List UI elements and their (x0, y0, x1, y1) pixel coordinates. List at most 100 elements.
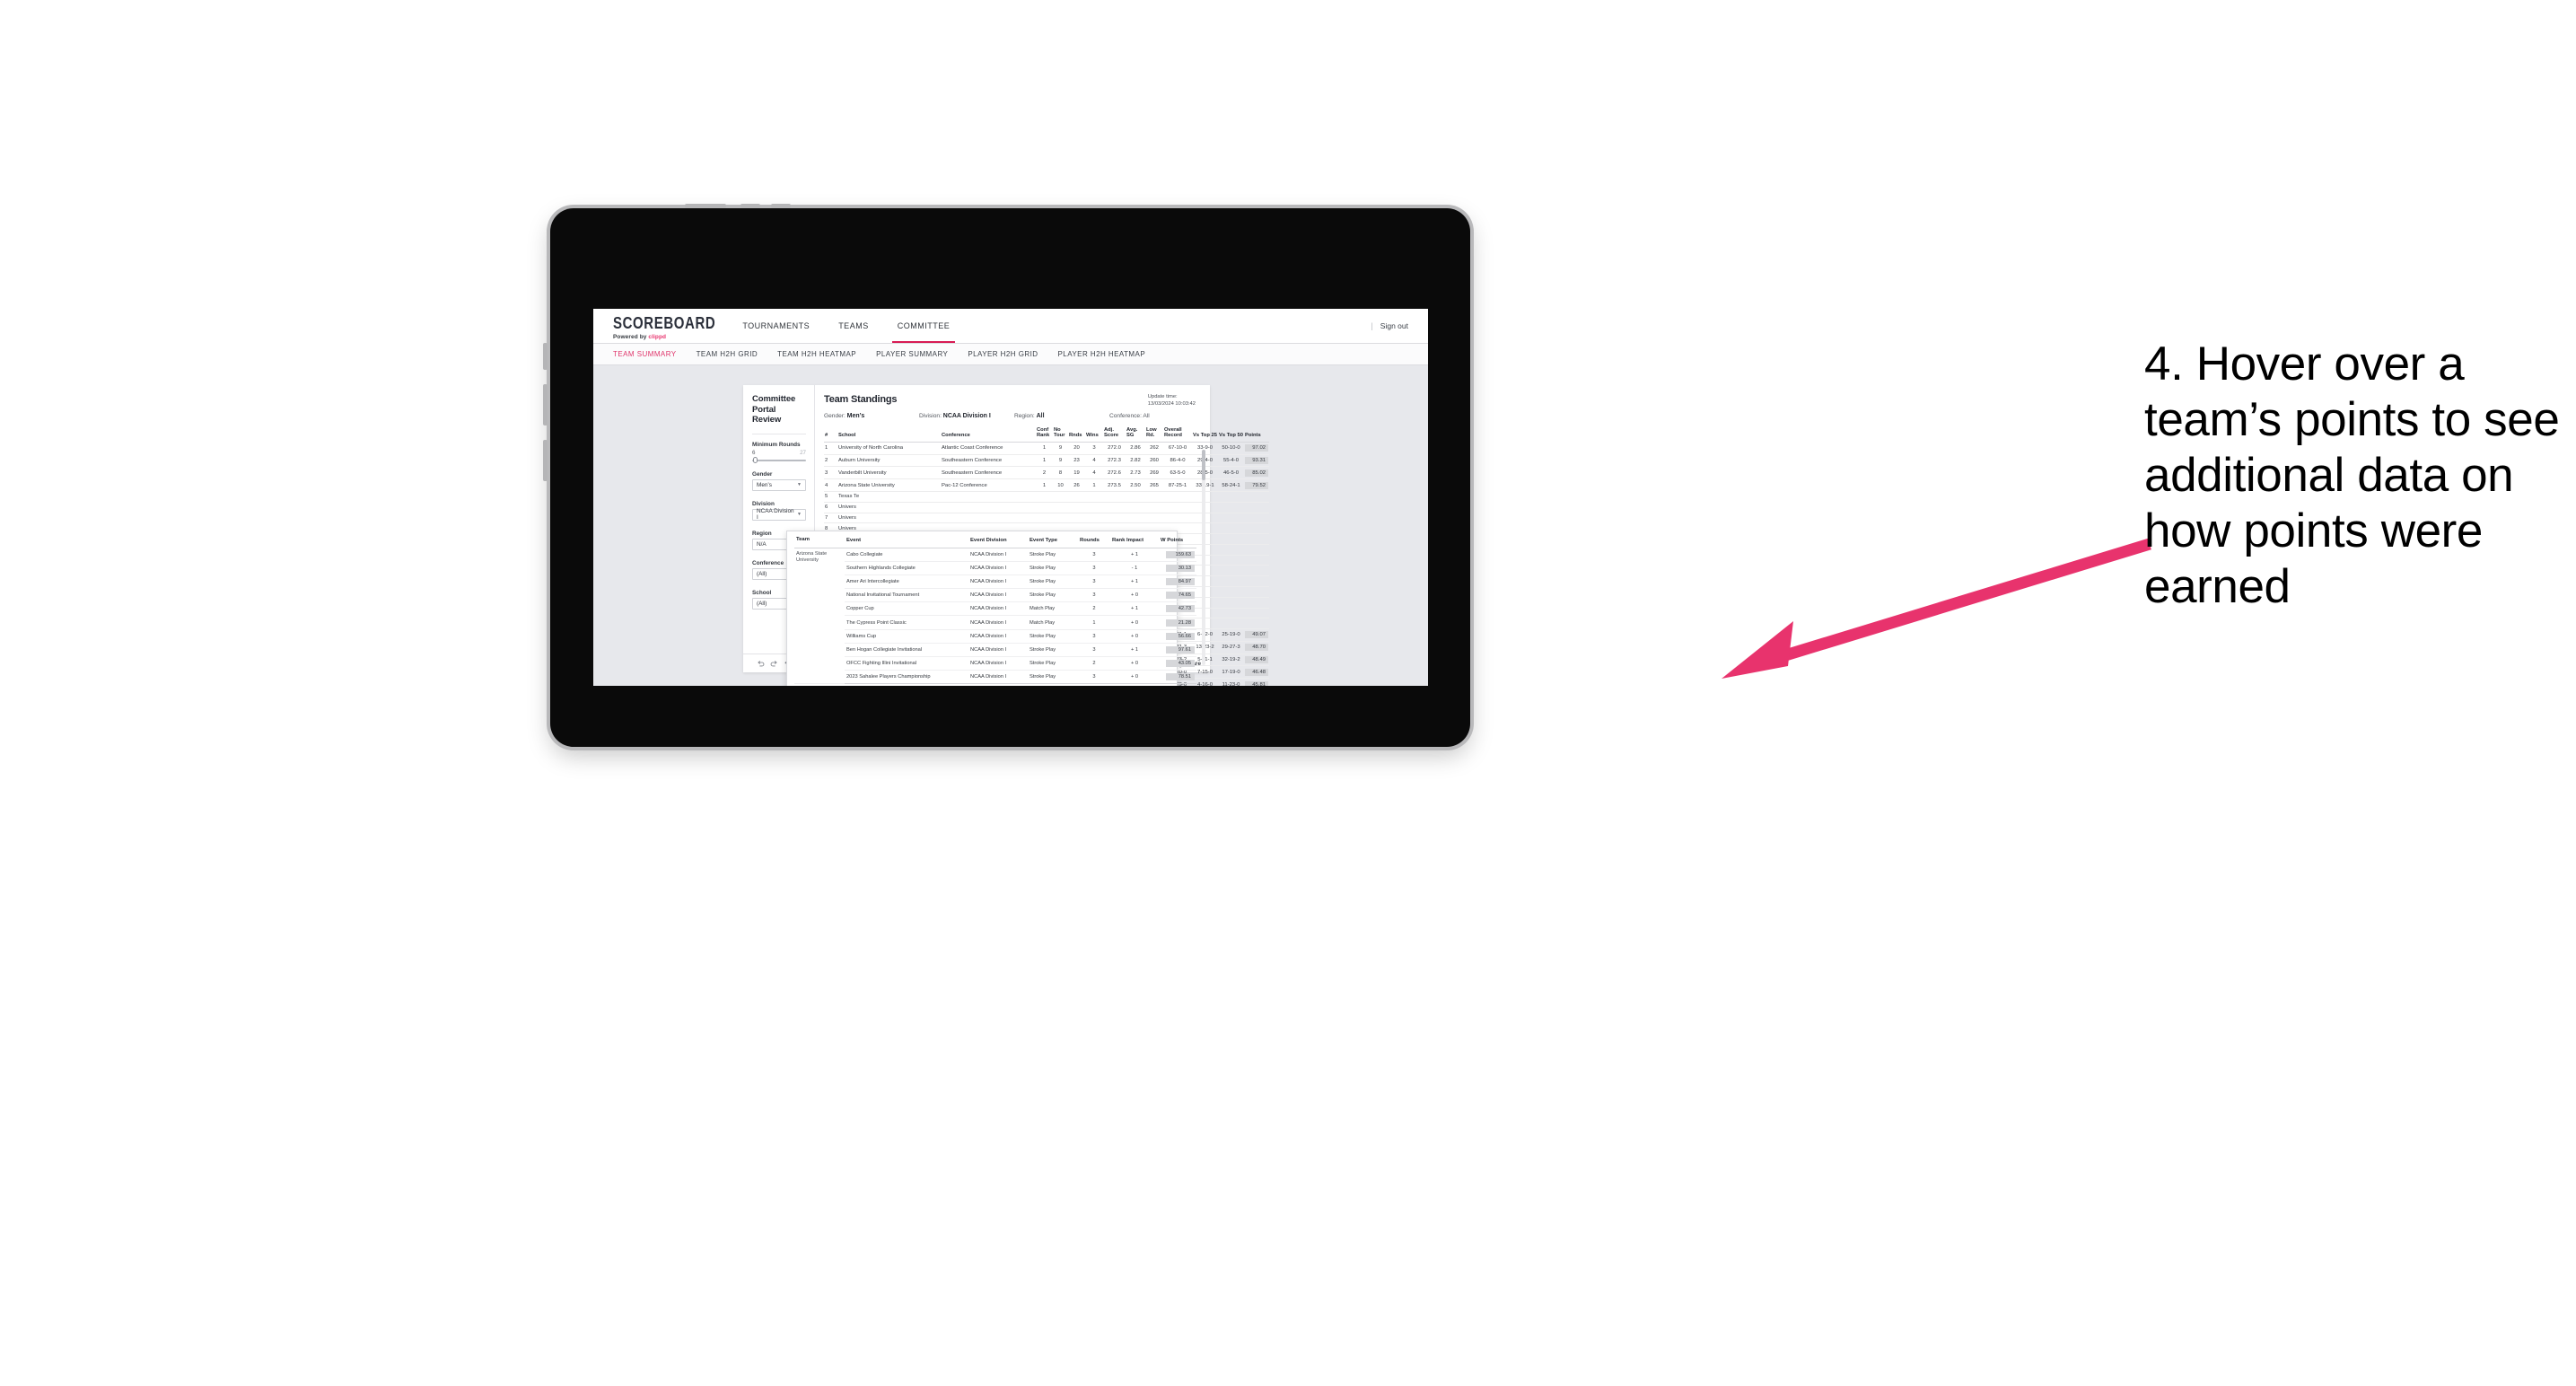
device-button-top-3 (771, 204, 791, 208)
points-value[interactable]: 97.02 (1245, 444, 1268, 452)
cell-school: Texas Te (837, 491, 941, 503)
division-select[interactable]: NCAA Division I ▼ (752, 508, 806, 521)
sign-out-link[interactable]: Sign out (1380, 321, 1408, 330)
cell-points[interactable]: 97.02 (1244, 442, 1269, 455)
cell-vs-top-50 (1218, 586, 1244, 598)
cell-points[interactable] (1244, 491, 1269, 503)
cell-rank: 7 (824, 513, 837, 524)
points-value[interactable]: 93.31 (1245, 456, 1268, 464)
cell-rnds: 23 (1068, 454, 1085, 468)
cell-rnds: 20 (1068, 442, 1085, 455)
sub-nav-item-player-h2h-heatmap[interactable]: PLAYER H2H HEATMAP (1058, 350, 1159, 358)
cell-points[interactable]: 46.48 (1244, 665, 1269, 680)
cell-conference (941, 513, 1036, 524)
tooltip-cell-w-points: 56.66 (1159, 629, 1196, 644)
col-points[interactable]: Points (1244, 427, 1269, 443)
top-nav-item-teams[interactable]: TEAMS (824, 309, 883, 343)
cell-wins: 4 (1085, 466, 1103, 480)
points-value[interactable]: 79.52 (1245, 481, 1268, 489)
standings-scrollbar-thumb[interactable] (1202, 450, 1205, 480)
col-school[interactable]: School (837, 427, 941, 443)
cell-conf-rank: 2 (1036, 466, 1053, 480)
col-overall[interactable]: Overall Record (1163, 427, 1192, 443)
cell-conference: Pac-12 Conference (941, 478, 1036, 492)
cell-points[interactable] (1244, 502, 1269, 513)
col-rank[interactable]: # (824, 427, 837, 443)
gender-select[interactable]: Men’s ▼ (752, 478, 806, 491)
minimum-rounds-slider-handle[interactable] (753, 457, 758, 463)
tooltip-cell-rounds: 3 (1078, 643, 1110, 658)
col-low-rd[interactable]: Low Rd. (1145, 427, 1163, 443)
cell-overall: 67-10-0 (1163, 442, 1192, 455)
gender-value: Men’s (757, 481, 772, 488)
cell-vs-top-50 (1218, 555, 1244, 566)
sub-nav-item-player-summary[interactable]: PLAYER SUMMARY (876, 350, 960, 358)
cell-points[interactable]: 49.07 (1244, 628, 1269, 642)
summary-conference-label: Conference: (1109, 413, 1142, 419)
cell-points[interactable]: 93.31 (1244, 454, 1269, 468)
standings-scrollbar[interactable] (1202, 450, 1205, 665)
cell-points[interactable] (1244, 608, 1269, 619)
cell-points[interactable] (1244, 513, 1269, 524)
cell-points[interactable]: 48.49 (1244, 654, 1269, 667)
redo-icon[interactable] (767, 657, 781, 670)
cell-points[interactable]: 79.52 (1244, 478, 1269, 492)
points-value[interactable]: 45.81 (1245, 680, 1268, 686)
points-value[interactable]: 48.70 (1245, 644, 1268, 652)
col-conf-rank[interactable]: Conf Rank (1036, 427, 1053, 443)
cell-points[interactable] (1244, 544, 1269, 556)
cell-overall: 86-4-0 (1163, 454, 1192, 468)
cell-points[interactable] (1244, 555, 1269, 566)
cell-school: Arizona State University (837, 478, 941, 492)
cell-points[interactable] (1244, 597, 1269, 609)
cell-low-rd: 265 (1145, 478, 1163, 492)
points-value[interactable]: 46.48 (1245, 668, 1268, 676)
cell-rank: 2 (824, 454, 837, 468)
sub-nav-item-team-h2h-grid[interactable]: TEAM H2H GRID (697, 350, 771, 358)
sub-nav-item-team-h2h-heatmap[interactable]: TEAM H2H HEATMAP (777, 350, 869, 358)
col-rnds[interactable]: Rnds (1068, 427, 1085, 443)
cell-points[interactable] (1244, 565, 1269, 577)
col-vs-top-50[interactable]: Vs Top 50 (1218, 427, 1244, 443)
cell-points[interactable] (1244, 618, 1269, 630)
cell-points[interactable]: 48.70 (1244, 641, 1269, 654)
points-value[interactable]: 85.02 (1245, 469, 1268, 477)
top-nav-item-tournaments[interactable]: TOURNAMENTS (728, 309, 824, 343)
col-no-tour[interactable]: No Tour (1053, 427, 1068, 443)
col-wins[interactable]: Wins (1085, 427, 1103, 443)
cell-points[interactable]: 45.81 (1244, 678, 1269, 686)
cell-points[interactable] (1244, 586, 1269, 598)
col-conference[interactable]: Conference (941, 427, 1036, 443)
sub-nav: TEAM SUMMARY TEAM H2H GRID TEAM H2H HEAT… (593, 344, 1428, 365)
update-time-label: Update time: (1147, 394, 1178, 399)
tooltip-row: Copper Cup NCAA Division I Match Play 2 + 1 4… (794, 601, 1196, 617)
cell-points[interactable] (1244, 522, 1269, 535)
points-value[interactable]: 49.07 (1245, 631, 1268, 639)
cell-low-rd (1145, 502, 1163, 513)
col-avg-sg[interactable]: Avg. SG (1126, 427, 1145, 443)
tooltip-cell-event: Cabo Collegiate (845, 548, 968, 562)
points-value[interactable]: 48.49 (1245, 656, 1268, 664)
tooltip-w-points-value: 159.63 (1166, 550, 1195, 558)
tooltip-col-rounds: Rounds (1078, 536, 1110, 548)
tooltip-cell-type: Stroke Play (1028, 643, 1078, 658)
tooltip-cell-division: NCAA Division I (968, 615, 1028, 630)
brand-logo[interactable]: SCOREBOARD Powered by clippd (593, 309, 728, 343)
tooltip-cell-division: NCAA Division I (968, 548, 1028, 562)
minimum-rounds-slider[interactable] (752, 457, 806, 463)
col-vs-top-25[interactable]: Vs Top 25 (1192, 427, 1218, 443)
sub-nav-item-player-h2h-grid[interactable]: PLAYER H2H GRID (968, 350, 1050, 358)
cell-points[interactable]: 85.02 (1244, 466, 1269, 480)
col-adj-score[interactable]: Adj. Score (1103, 427, 1126, 443)
gender-label: Gender (752, 470, 773, 478)
cell-points[interactable] (1244, 533, 1269, 545)
undo-icon[interactable] (754, 657, 767, 670)
standings-table-head: # School Conference Conf Rank No Tour Rn… (824, 427, 1269, 443)
cell-points[interactable] (1244, 575, 1269, 587)
cell-conf-rank: 1 (1036, 478, 1053, 492)
chevron-down-icon: ▼ (797, 482, 802, 487)
cell-rnds (1068, 513, 1085, 524)
top-nav-item-committee[interactable]: COMMITTEE (883, 309, 965, 343)
cell-low-rd (1145, 513, 1163, 524)
sub-nav-item-team-summary[interactable]: TEAM SUMMARY (613, 350, 689, 358)
